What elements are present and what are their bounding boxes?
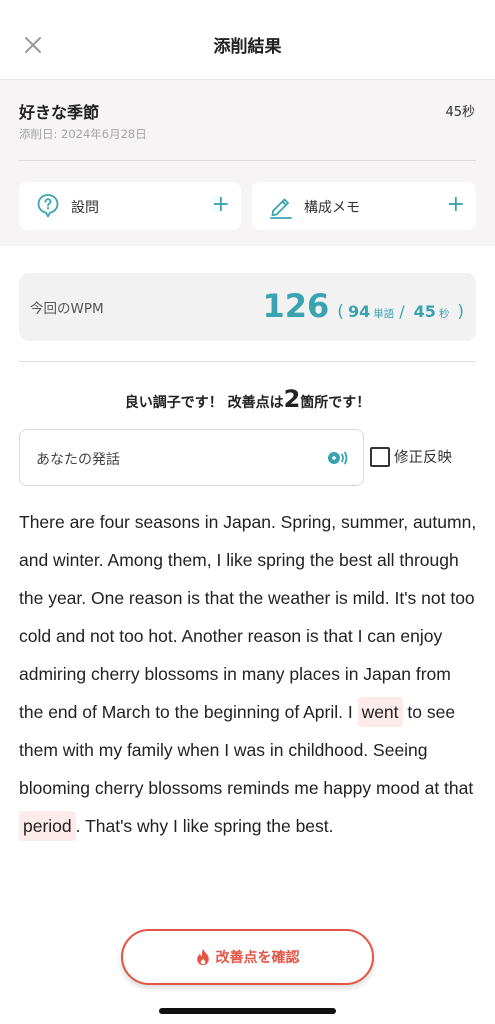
- divider: [19, 160, 476, 161]
- open-paren: (: [337, 302, 344, 322]
- structure-memo-label: 構成メモ: [304, 200, 360, 216]
- home-indicator: [159, 1008, 336, 1014]
- improvement-count: 2: [283, 385, 301, 413]
- page-title: 添削結果: [213, 37, 282, 57]
- reflect-label: 修正反映: [394, 450, 452, 466]
- word-unit: 単語: [373, 308, 395, 320]
- question-card[interactable]: 設問 +: [19, 182, 241, 230]
- divider: [19, 361, 476, 362]
- word-count: 94: [347, 302, 371, 321]
- feedback-suffix: 箇所です！: [300, 395, 371, 411]
- seconds-count: 45: [413, 302, 436, 321]
- wpm-value: 126: [262, 287, 330, 325]
- correction-date: 添削日: 2024年6月28日: [19, 127, 147, 141]
- essay-text: There are four seasons in Japan. Spring,…: [19, 503, 479, 845]
- essay-part: . That's why I like spring the best.: [75, 816, 334, 836]
- speaker-icon[interactable]: [327, 450, 349, 466]
- feedback-message: 良い調子です！ 改善点は2箇所です！: [0, 385, 495, 413]
- question-label: 設問: [71, 200, 99, 216]
- memo-expand-plus[interactable]: +: [447, 191, 465, 219]
- check-improvements-button[interactable]: 改善点を確認: [121, 929, 374, 985]
- seconds-unit: 秒: [438, 308, 450, 320]
- topic-duration: 45秒: [445, 105, 475, 120]
- feedback-prefix: 良い調子です！ 改善点は: [124, 395, 284, 411]
- reflect-checkbox[interactable]: [370, 446, 390, 467]
- speech-selector[interactable]: あなたの発話: [19, 429, 364, 486]
- flame-icon: [196, 948, 209, 966]
- highlighted-word[interactable]: went: [357, 697, 403, 727]
- structure-memo-card[interactable]: 構成メモ +: [252, 182, 476, 230]
- wpm-panel: 今回のWPM 126 ( 94 単語 / 45 秒 ): [19, 273, 476, 341]
- essay-part: There are four seasons in Japan. Spring,…: [19, 512, 477, 722]
- wpm-label: 今回のWPM: [30, 301, 104, 317]
- speech-label: あなたの発話: [36, 452, 120, 468]
- question-expand-plus[interactable]: +: [212, 191, 230, 219]
- question-circle-icon: [37, 194, 59, 218]
- close-paren: ): [457, 302, 464, 322]
- app-header: 添削結果: [0, 0, 495, 80]
- check-improvements-label: 改善点を確認: [215, 950, 300, 966]
- wpm-value-group: 126 ( 94 単語 / 45 秒 ): [263, 287, 465, 327]
- slash: /: [399, 302, 405, 321]
- topic-title: 好きな季節: [19, 103, 100, 122]
- reflect-corrections-toggle[interactable]: 修正反映: [370, 446, 452, 467]
- pencil-icon: [270, 198, 292, 219]
- highlighted-word[interactable]: period: [19, 811, 76, 841]
- button-content: 改善点を確認: [123, 931, 372, 983]
